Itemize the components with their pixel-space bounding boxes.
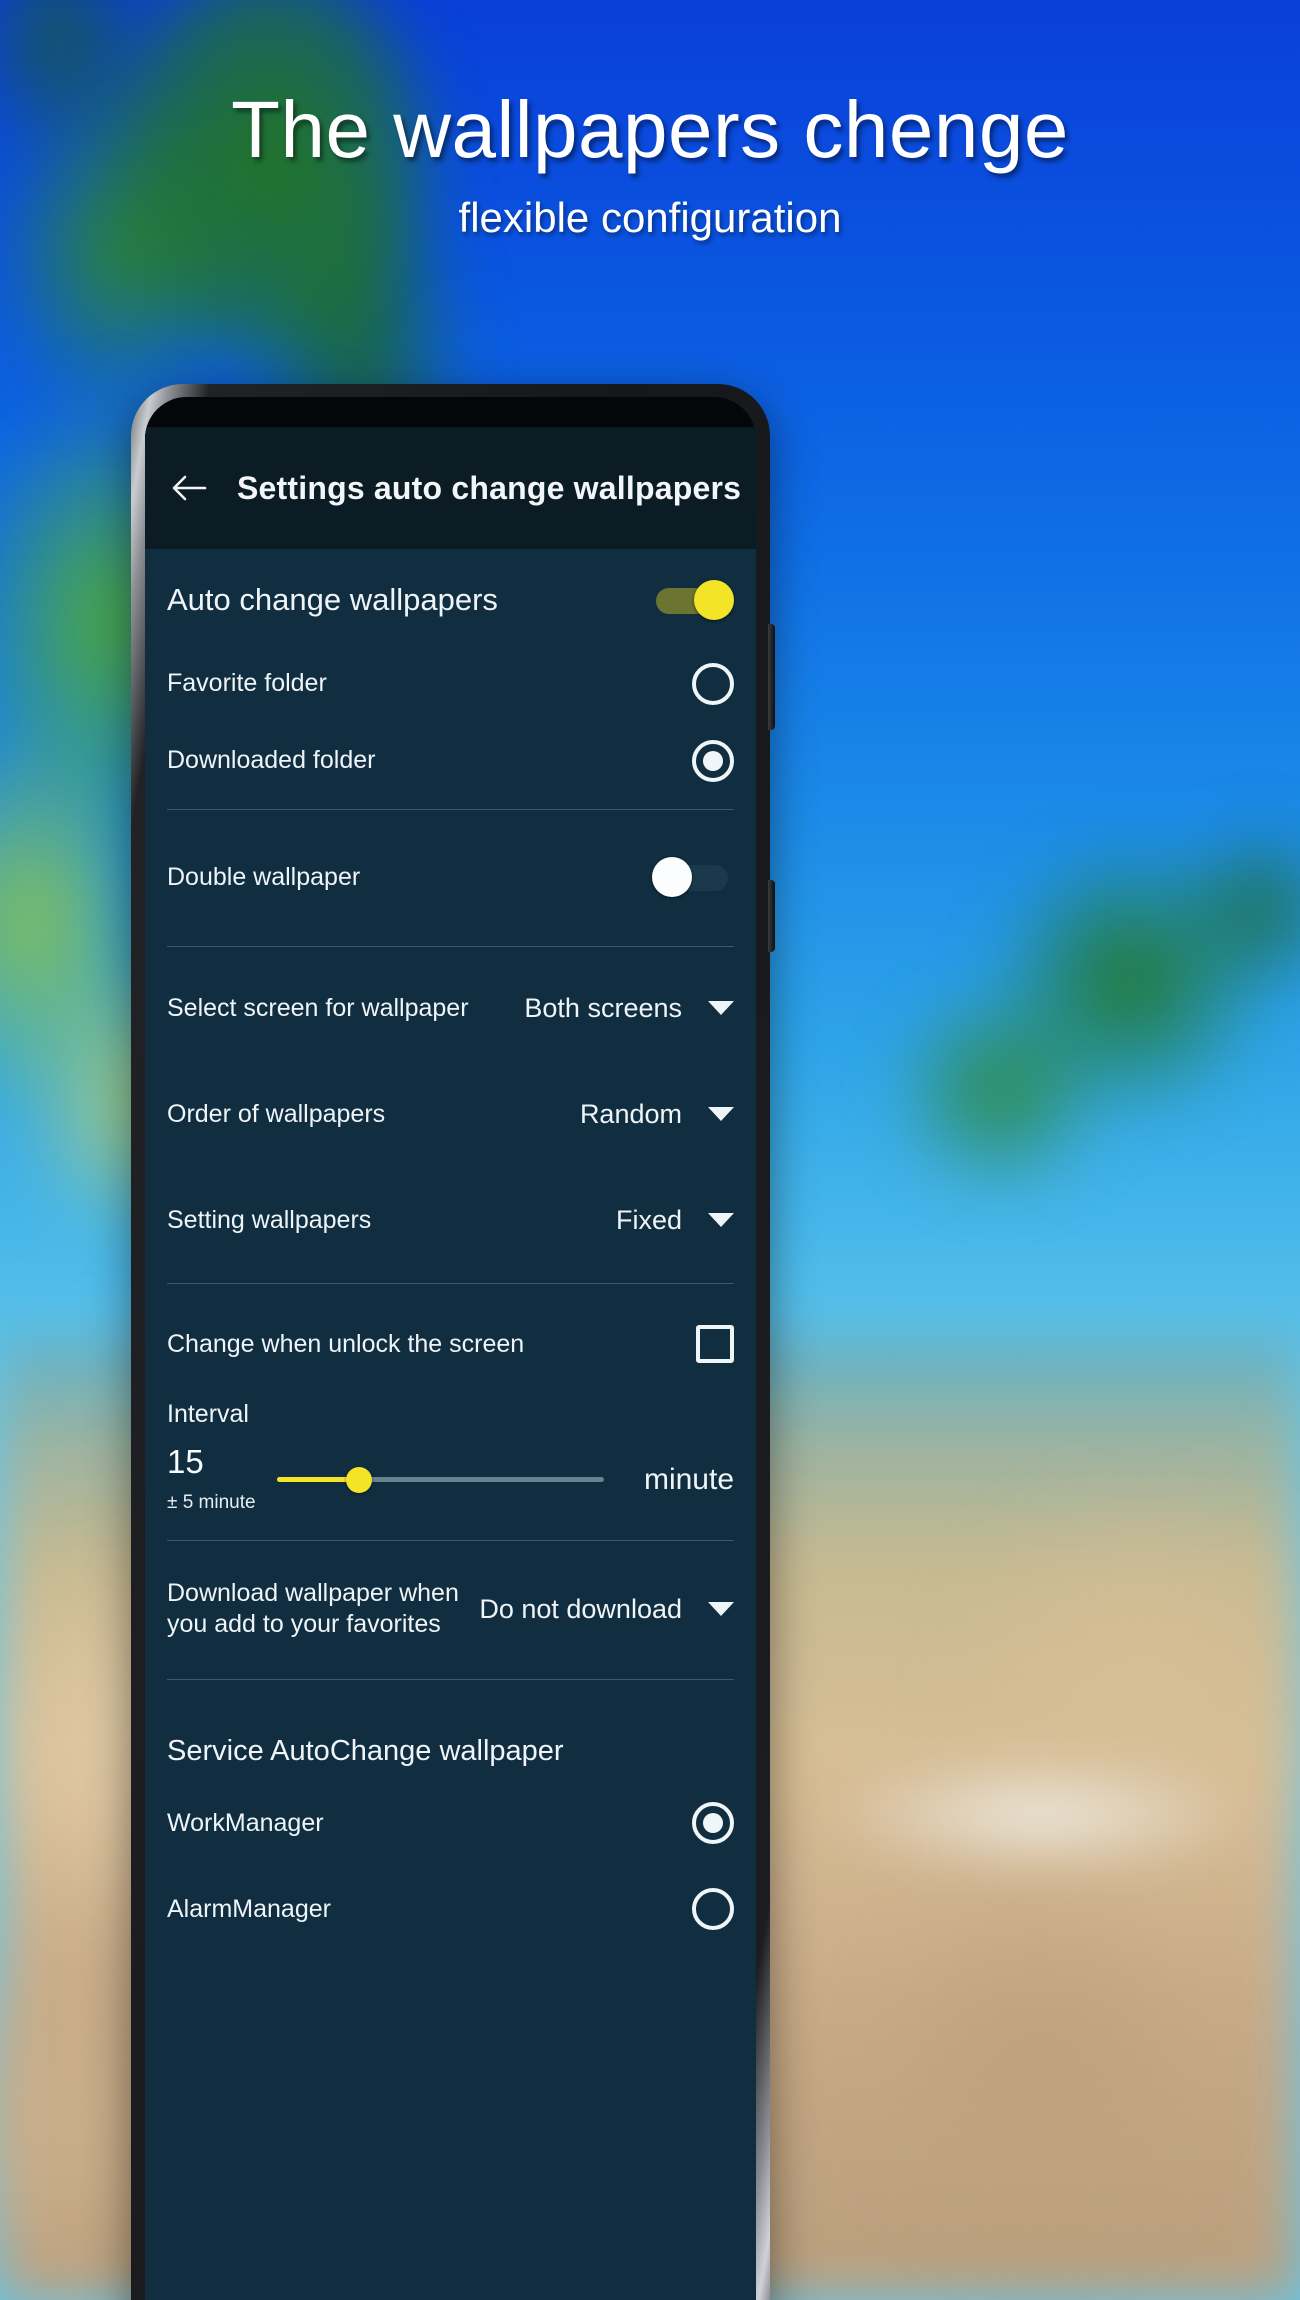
- interval-unit: minute: [643, 1462, 734, 1496]
- interval-row: 15 ± 5 minute minute: [167, 1445, 734, 1514]
- divider: [167, 809, 734, 810]
- toggle-thumb: [652, 857, 692, 897]
- interval-slider[interactable]: [277, 1462, 604, 1498]
- setting-row-double-wallpaper[interactable]: Double wallpaper: [167, 818, 734, 936]
- setting-row-select-screen[interactable]: Select screen for wallpaper Both screens: [167, 955, 734, 1061]
- setting-row-download-favorites[interactable]: Download wallpaper when you add to your …: [167, 1549, 734, 1669]
- slider-knob[interactable]: [345, 1466, 372, 1493]
- downloaded-folder-label: Downloaded folder: [167, 746, 376, 774]
- workmanager-radio[interactable]: [692, 1802, 734, 1844]
- toggle-thumb: [694, 580, 734, 620]
- chevron-down-icon: [708, 1602, 734, 1616]
- service-section-header: Service AutoChange wallpaper: [167, 1688, 734, 1780]
- setting-wallpapers-label: Setting wallpapers: [167, 1205, 372, 1234]
- phone-volume-button[interactable]: [768, 624, 775, 730]
- app-screen: Settings auto change wallpapers Auto cha…: [145, 397, 756, 2300]
- promo-text-block: The wallpapers chenge flexible configura…: [0, 88, 1300, 242]
- phone-mockup: Settings auto change wallpapers Auto cha…: [131, 384, 775, 2300]
- select-screen-dropdown[interactable]: Both screens: [524, 993, 734, 1024]
- setting-wallpapers-value: Fixed: [615, 1204, 682, 1235]
- download-favorites-label: Download wallpaper when you add to your …: [167, 1579, 459, 1638]
- settings-list: Auto change wallpapers Favorite folder D…: [145, 549, 756, 2300]
- setting-row-unlock-change[interactable]: Change when unlock the screen: [167, 1292, 734, 1396]
- workmanager-label: WorkManager: [167, 1808, 324, 1837]
- right-foliage-blur: [880, 760, 1300, 1320]
- foam-blur: [760, 1730, 1300, 1900]
- setting-wallpapers-dropdown[interactable]: Fixed: [616, 1205, 734, 1236]
- chevron-down-icon: [708, 1107, 734, 1121]
- order-label: Order of wallpapers: [167, 1099, 386, 1128]
- service-section-title: Service AutoChange wallpaper: [167, 1735, 564, 1767]
- double-wallpaper-label: Double wallpaper: [167, 862, 361, 891]
- status-bar: [145, 397, 756, 427]
- promo-headline: The wallpapers chenge: [231, 85, 1069, 174]
- select-screen-value: Both screens: [524, 992, 682, 1023]
- setting-row-alarmmanager[interactable]: AlarmManager: [167, 1866, 734, 1952]
- unlock-change-label: Change when unlock the screen: [167, 1329, 525, 1358]
- setting-row-favorite-folder[interactable]: Favorite folder: [167, 645, 734, 722]
- chevron-down-icon: [708, 1213, 734, 1227]
- downloaded-folder-radio[interactable]: [692, 739, 734, 782]
- alarmmanager-label: AlarmManager: [167, 1894, 331, 1923]
- download-favorites-value: Do not download: [479, 1593, 682, 1624]
- divider: [167, 1540, 734, 1541]
- select-screen-label: Select screen for wallpaper: [167, 993, 469, 1022]
- interval-tolerance: ± 5 minute: [167, 1492, 256, 1513]
- back-arrow-icon[interactable]: [167, 466, 211, 510]
- auto-change-label: Auto change wallpapers: [167, 582, 498, 617]
- favorite-folder-radio[interactable]: [692, 662, 734, 705]
- interval-title: Interval: [167, 1400, 249, 1428]
- app-bar: Settings auto change wallpapers: [145, 427, 756, 549]
- alarmmanager-radio[interactable]: [692, 1888, 734, 1930]
- setting-row-downloaded-folder[interactable]: Downloaded folder: [167, 722, 734, 799]
- download-favorites-dropdown[interactable]: Do not download: [479, 1594, 734, 1625]
- setting-row-workmanager[interactable]: WorkManager: [167, 1780, 734, 1866]
- double-wallpaper-toggle[interactable]: [652, 857, 734, 897]
- unlock-change-checkbox[interactable]: [696, 1325, 734, 1363]
- auto-change-toggle[interactable]: [652, 580, 734, 620]
- interval-block: Interval 15 ± 5 minute minute: [167, 1396, 734, 1514]
- favorite-folder-label: Favorite folder: [167, 669, 327, 697]
- interval-value-column: 15 ± 5 minute: [167, 1445, 259, 1514]
- divider: [167, 946, 734, 947]
- setting-row-setting-wallpapers[interactable]: Setting wallpapers Fixed: [167, 1167, 734, 1273]
- chevron-down-icon: [708, 1001, 734, 1015]
- divider: [167, 1283, 734, 1284]
- promo-subheadline: flexible configuration: [458, 194, 842, 241]
- order-value: Random: [579, 1098, 682, 1129]
- phone-power-button[interactable]: [768, 880, 775, 952]
- setting-row-auto-change[interactable]: Auto change wallpapers: [167, 549, 734, 645]
- interval-value: 15: [167, 1443, 204, 1480]
- divider: [167, 1679, 734, 1680]
- page-title: Settings auto change wallpapers: [237, 469, 742, 506]
- setting-row-order[interactable]: Order of wallpapers Random: [167, 1061, 734, 1167]
- order-dropdown[interactable]: Random: [580, 1099, 734, 1130]
